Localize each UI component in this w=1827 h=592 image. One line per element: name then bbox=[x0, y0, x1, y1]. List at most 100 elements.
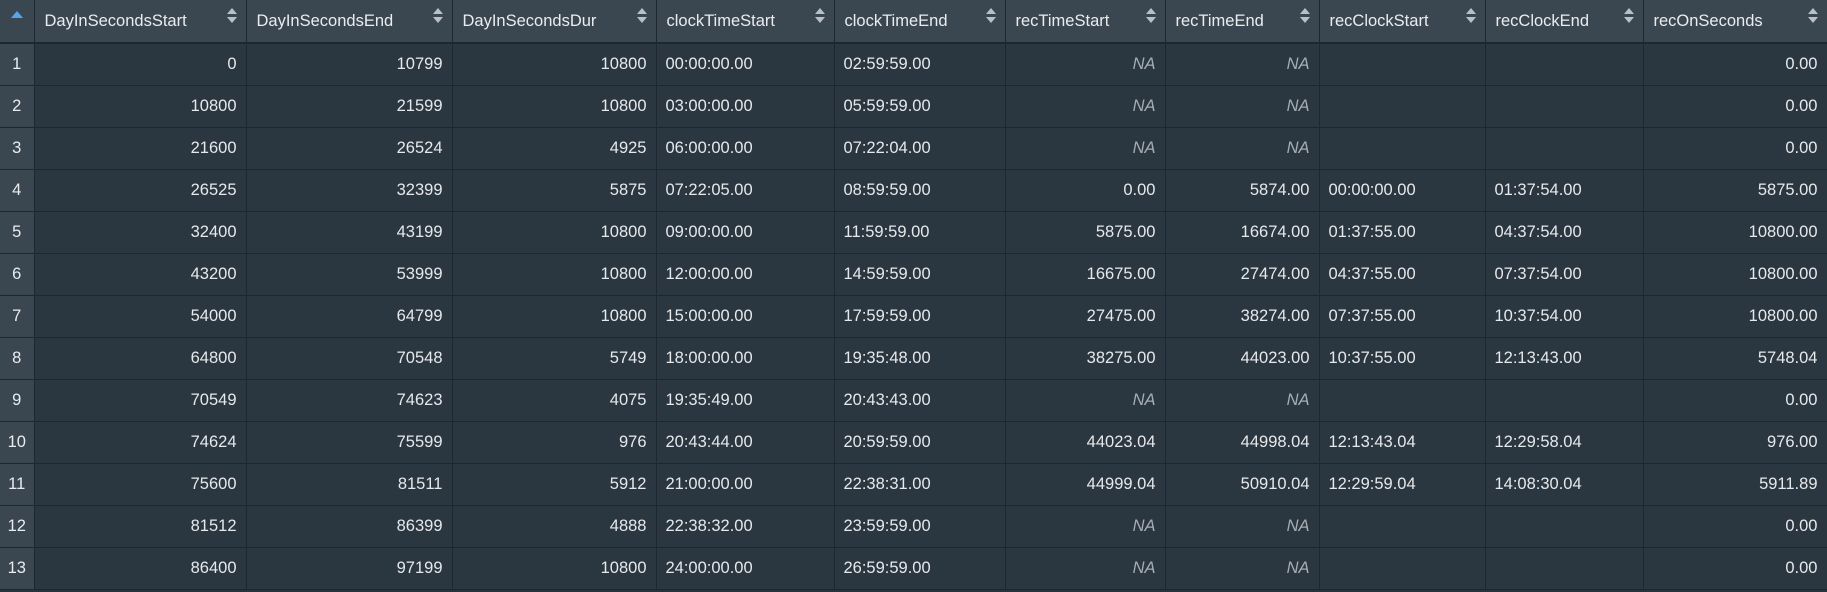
table-cell-clockTimeStart: 09:00:00.00 bbox=[656, 211, 835, 254]
table-cell-clockTimeStart: 24:00:00.00 bbox=[656, 547, 835, 590]
table-cell-recOnSeconds: 5875.00 bbox=[1643, 169, 1827, 212]
table-cell-recOnSeconds: 10800.00 bbox=[1643, 253, 1827, 296]
table-row[interactable]: 5 32400 43199 10800 09:00:00.00 11:59:59.00 58… bbox=[0, 211, 1827, 254]
data-viewer: DayInSecondsStart DayInSecondsEnd DayInSec… bbox=[0, 0, 1827, 592]
table-cell-DayInSecondsStart: 54000 bbox=[34, 295, 247, 338]
sort-toggle-icon[interactable] bbox=[636, 8, 647, 26]
row-number: 8 bbox=[0, 337, 35, 380]
table-cell-clockTimeStart: 07:22:05.00 bbox=[656, 169, 835, 212]
column-header-recTimeEnd[interactable]: recTimeEnd bbox=[1165, 0, 1320, 44]
table-cell-DayInSecondsEnd: 26524 bbox=[246, 127, 453, 170]
column-header-recClockStart[interactable]: recClockStart bbox=[1319, 0, 1486, 44]
table-cell-clockTimeStart: 21:00:00.00 bbox=[656, 463, 835, 506]
table-cell-recTimeStart: NA bbox=[1005, 127, 1166, 170]
row-number: 10 bbox=[0, 421, 35, 464]
table-cell-recTimeEnd: 44023.00 bbox=[1165, 337, 1320, 380]
table-cell-DayInSecondsStart: 10800 bbox=[34, 85, 247, 128]
table-cell-recClockEnd: 01:37:54.00 bbox=[1485, 169, 1644, 212]
column-header-recOnSeconds[interactable]: recOnSeconds bbox=[1643, 0, 1827, 44]
table-row[interactable]: 7 54000 64799 10800 15:00:00.00 17:59:59.00 27… bbox=[0, 295, 1827, 338]
table-cell-DayInSecondsEnd: 21599 bbox=[246, 85, 453, 128]
table-cell-DayInSecondsDur: 5875 bbox=[452, 169, 657, 212]
column-header-DayInSecondsStart[interactable]: DayInSecondsStart bbox=[34, 0, 247, 44]
table-cell-recClockEnd bbox=[1485, 43, 1644, 86]
table-cell-clockTimeEnd: 26:59:59.00 bbox=[834, 547, 1006, 590]
table-cell-recTimeEnd: NA bbox=[1165, 43, 1320, 86]
table-row[interactable]: 13 86400 97199 10800 24:00:00.00 26:59:59.00 N… bbox=[0, 547, 1827, 590]
table-cell-DayInSecondsEnd: 64799 bbox=[246, 295, 453, 338]
table-cell-clockTimeEnd: 22:38:31.00 bbox=[834, 463, 1006, 506]
header-row: DayInSecondsStart DayInSecondsEnd DayInSec… bbox=[0, 0, 1827, 44]
table-row[interactable]: 12 81512 86399 4888 22:38:32.00 23:59:59.00 NA… bbox=[0, 505, 1827, 548]
table-cell-recTimeEnd: 16674.00 bbox=[1165, 211, 1320, 254]
table-row[interactable]: 3 21600 26524 4925 06:00:00.00 07:22:04.00 NA N… bbox=[0, 127, 1827, 170]
table-cell-DayInSecondsStart: 26525 bbox=[34, 169, 247, 212]
table-cell-clockTimeStart: 15:00:00.00 bbox=[656, 295, 835, 338]
table-row[interactable]: 4 26525 32399 5875 07:22:05.00 08:59:59.00 0.0… bbox=[0, 169, 1827, 212]
table-cell-DayInSecondsDur: 10800 bbox=[452, 295, 657, 338]
row-number-header[interactable] bbox=[0, 0, 35, 44]
table-row[interactable]: 9 70549 74623 4075 19:35:49.00 20:43:43.00 NA N… bbox=[0, 379, 1827, 422]
table-cell-DayInSecondsDur: 10800 bbox=[452, 43, 657, 86]
row-number: 9 bbox=[0, 379, 35, 422]
table-cell-DayInSecondsDur: 4888 bbox=[452, 505, 657, 548]
table-cell-clockTimeEnd: 20:59:59.00 bbox=[834, 421, 1006, 464]
table-cell-recTimeStart: 16675.00 bbox=[1005, 253, 1166, 296]
table-cell-recClockEnd: 14:08:30.04 bbox=[1485, 463, 1644, 506]
table-row[interactable]: 6 43200 53999 10800 12:00:00.00 14:59:59.00 16… bbox=[0, 253, 1827, 296]
table-cell-recOnSeconds: 5911.89 bbox=[1643, 463, 1827, 506]
table-cell-DayInSecondsDur: 10800 bbox=[452, 85, 657, 128]
table-cell-DayInSecondsStart: 74624 bbox=[34, 421, 247, 464]
table-cell-clockTimeEnd: 05:59:59.00 bbox=[834, 85, 1006, 128]
column-header-DayInSecondsEnd[interactable]: DayInSecondsEnd bbox=[246, 0, 453, 44]
table-cell-recClockStart: 07:37:55.00 bbox=[1319, 295, 1486, 338]
table-cell-recOnSeconds: 10800.00 bbox=[1643, 295, 1827, 338]
table-cell-DayInSecondsDur: 5749 bbox=[452, 337, 657, 380]
sort-toggle-icon[interactable] bbox=[432, 8, 443, 26]
table-cell-recClockEnd bbox=[1485, 379, 1644, 422]
column-header-label: recOnSeconds bbox=[1653, 11, 1763, 30]
table-cell-DayInSecondsDur: 4925 bbox=[452, 127, 657, 170]
table-body: 1 0 10799 10800 00:00:00.00 02:59:59.00 NA NA 0.… bbox=[0, 43, 1827, 590]
sort-toggle-icon[interactable] bbox=[1145, 8, 1156, 26]
table-row[interactable]: 2 10800 21599 10800 03:00:00.00 05:59:59.00 NA… bbox=[0, 85, 1827, 128]
sort-toggle-icon[interactable] bbox=[1623, 8, 1634, 26]
sort-toggle-icon[interactable] bbox=[1807, 8, 1818, 26]
column-header-clockTimeStart[interactable]: clockTimeStart bbox=[656, 0, 835, 44]
table-cell-clockTimeEnd: 07:22:04.00 bbox=[834, 127, 1006, 170]
table-cell-recClockStart: 01:37:55.00 bbox=[1319, 211, 1486, 254]
table-row[interactable]: 8 64800 70548 5749 18:00:00.00 19:35:48.00 382… bbox=[0, 337, 1827, 380]
table-cell-recTimeStart: NA bbox=[1005, 379, 1166, 422]
table-row[interactable]: 10 74624 75599 976 20:43:44.00 20:59:59.00 440… bbox=[0, 421, 1827, 464]
column-header-label: recClockStart bbox=[1329, 11, 1429, 30]
sort-toggle-icon[interactable] bbox=[226, 8, 237, 26]
table-cell-recClockStart: 12:29:59.04 bbox=[1319, 463, 1486, 506]
table-cell-recClockEnd: 07:37:54.00 bbox=[1485, 253, 1644, 296]
table-cell-recOnSeconds: 10800.00 bbox=[1643, 211, 1827, 254]
table-cell-clockTimeStart: 19:35:49.00 bbox=[656, 379, 835, 422]
table-cell-recTimeStart: 5875.00 bbox=[1005, 211, 1166, 254]
table-cell-recClockEnd bbox=[1485, 127, 1644, 170]
table-cell-recClockStart: 00:00:00.00 bbox=[1319, 169, 1486, 212]
data-table: DayInSecondsStart DayInSecondsEnd DayInSec… bbox=[0, 0, 1827, 590]
table-cell-DayInSecondsEnd: 81511 bbox=[246, 463, 453, 506]
table-cell-clockTimeEnd: 11:59:59.00 bbox=[834, 211, 1006, 254]
sort-toggle-icon[interactable] bbox=[1299, 8, 1310, 26]
table-cell-clockTimeEnd: 08:59:59.00 bbox=[834, 169, 1006, 212]
sort-toggle-icon[interactable] bbox=[985, 8, 996, 26]
table-row[interactable]: 1 0 10799 10800 00:00:00.00 02:59:59.00 NA NA 0.… bbox=[0, 43, 1827, 86]
table-cell-recClockEnd: 12:13:43.00 bbox=[1485, 337, 1644, 380]
row-number: 3 bbox=[0, 127, 35, 170]
table-cell-recClockStart bbox=[1319, 547, 1486, 590]
column-header-recTimeStart[interactable]: recTimeStart bbox=[1005, 0, 1166, 44]
column-header-DayInSecondsDur[interactable]: DayInSecondsDur bbox=[452, 0, 657, 44]
column-header-clockTimeEnd[interactable]: clockTimeEnd bbox=[834, 0, 1006, 44]
table-cell-DayInSecondsDur: 5912 bbox=[452, 463, 657, 506]
table-row[interactable]: 11 75600 81511 5912 21:00:00.00 22:38:31.00 44… bbox=[0, 463, 1827, 506]
table-cell-DayInSecondsStart: 21600 bbox=[34, 127, 247, 170]
sort-ascending-icon[interactable] bbox=[10, 10, 23, 18]
column-header-recClockEnd[interactable]: recClockEnd bbox=[1485, 0, 1644, 44]
sort-toggle-icon[interactable] bbox=[1465, 8, 1476, 26]
sort-toggle-icon[interactable] bbox=[814, 8, 825, 26]
table-cell-recTimeEnd: 27474.00 bbox=[1165, 253, 1320, 296]
